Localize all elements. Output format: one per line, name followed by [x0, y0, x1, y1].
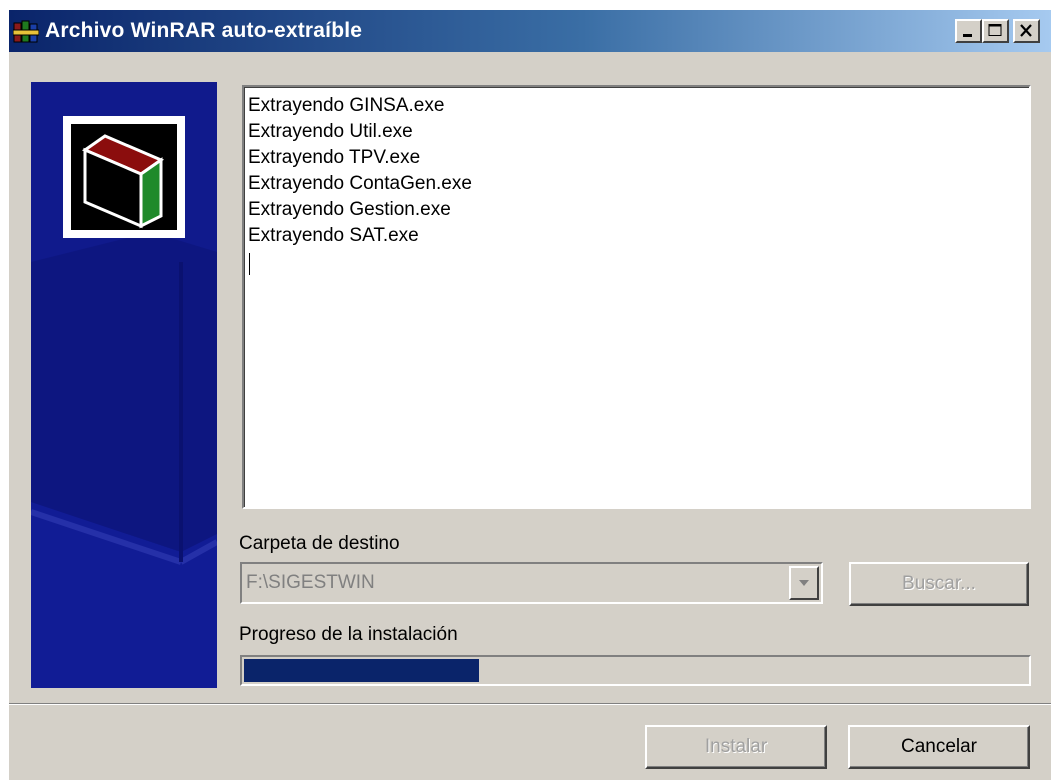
winrar-box-logo-icon: [71, 124, 177, 230]
destination-value: F:\SIGESTWIN: [246, 572, 375, 593]
install-button[interactable]: Instalar: [645, 725, 827, 769]
minimize-button[interactable]: [955, 19, 982, 43]
logo-frame: [63, 116, 185, 238]
title-bar[interactable]: Archivo WinRAR auto-extraíble: [9, 10, 1051, 52]
progress-label: Progreso de la instalación: [239, 624, 458, 645]
self-extracting-dialog: Archivo WinRAR auto-extraíble Extrayendo…: [8, 9, 1051, 780]
window-title: Archivo WinRAR auto-extraíble: [45, 19, 363, 42]
log-line: Extrayendo GINSA.exe: [248, 95, 445, 116]
log-lines: Extrayendo GINSA.exe Extrayendo Util.exe…: [248, 93, 472, 249]
maximize-button[interactable]: [982, 19, 1009, 43]
close-icon: [1020, 24, 1032, 37]
minimize-icon: [963, 34, 972, 37]
close-button[interactable]: [1013, 19, 1040, 43]
chevron-down-icon: [799, 580, 809, 586]
log-line: Extrayendo Util.exe: [248, 121, 413, 142]
winrar-books-icon[interactable]: [12, 20, 40, 44]
log-line: Extrayendo ContaGen.exe: [248, 173, 472, 194]
text-caret: [249, 253, 250, 275]
browse-button[interactable]: Buscar...: [849, 562, 1029, 606]
cancel-button[interactable]: Cancelar: [848, 725, 1030, 769]
destination-label: Carpeta de destino: [239, 533, 400, 554]
button-separator: [9, 703, 1051, 705]
install-progress-bar: [240, 655, 1031, 686]
log-line: Extrayendo Gestion.exe: [248, 199, 451, 220]
destination-dropdown-button[interactable]: [789, 566, 819, 600]
log-line: Extrayendo SAT.exe: [248, 225, 419, 246]
maximize-icon: [988, 24, 1002, 36]
side-banner: [31, 82, 217, 688]
destination-combobox[interactable]: F:\SIGESTWIN: [240, 562, 823, 604]
progress-fill: [244, 659, 479, 682]
extraction-log[interactable]: Extrayendo GINSA.exe Extrayendo Util.exe…: [242, 85, 1031, 509]
log-line: Extrayendo TPV.exe: [248, 147, 421, 168]
